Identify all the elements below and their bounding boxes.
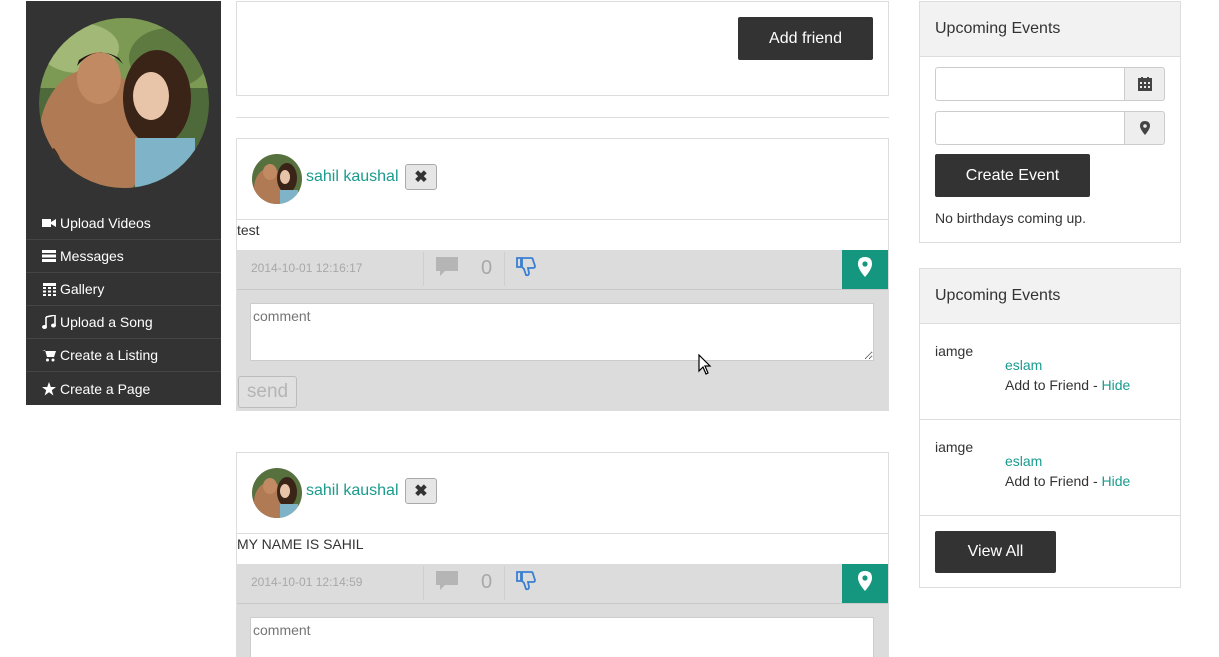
comment-icon[interactable] bbox=[436, 257, 458, 282]
sidebar-menu: Upload Videos Messages Gallery Upload a … bbox=[26, 207, 221, 405]
list-item: iamge eslam Add to Friend - Hide bbox=[920, 324, 1180, 420]
comment-form bbox=[237, 604, 888, 657]
inbox-icon bbox=[41, 248, 57, 264]
post-header: sahil kaushal ✖ bbox=[237, 453, 888, 534]
post-timestamp: 2014-10-01 12:16:17 bbox=[251, 261, 363, 275]
comment-count: 0 bbox=[481, 257, 493, 279]
calendar-icon[interactable] bbox=[1125, 67, 1165, 101]
thumbs-down-icon[interactable] bbox=[516, 256, 538, 283]
divider bbox=[236, 117, 889, 118]
location-button[interactable] bbox=[842, 564, 888, 603]
post-author-link[interactable]: sahil kaushal bbox=[306, 482, 399, 500]
event-location-group bbox=[935, 111, 1165, 145]
video-camera-icon bbox=[41, 215, 57, 231]
sidebar-item-label: Upload a Song bbox=[60, 314, 153, 330]
remove-post-button[interactable]: ✖ bbox=[405, 164, 437, 190]
avatar[interactable] bbox=[252, 468, 302, 518]
sidebar-item-label: Messages bbox=[60, 248, 124, 264]
event-location-input[interactable] bbox=[935, 111, 1125, 145]
sidebar-item-label: Create a Listing bbox=[60, 347, 159, 363]
close-icon: ✖ bbox=[414, 169, 428, 186]
location-button[interactable] bbox=[842, 250, 888, 289]
calendar-grid-icon bbox=[41, 281, 57, 297]
comment-input[interactable] bbox=[250, 303, 874, 361]
comment-count: 0 bbox=[481, 571, 493, 593]
sidebar-item-create-listing[interactable]: Create a Listing bbox=[26, 339, 221, 372]
post-timestamp: 2014-10-01 12:14:59 bbox=[251, 575, 363, 589]
comment-input[interactable] bbox=[250, 617, 874, 657]
sidebar-item-messages[interactable]: Messages bbox=[26, 240, 221, 273]
create-event-button[interactable]: Create Event bbox=[935, 154, 1090, 197]
sidebar-item-label: Upload Videos bbox=[60, 215, 151, 231]
suggestion-image: iamge bbox=[935, 439, 974, 455]
map-marker-icon bbox=[858, 257, 872, 282]
sidebar-item-label: Gallery bbox=[60, 281, 105, 297]
comment-form: send bbox=[237, 290, 888, 410]
send-button[interactable]: send bbox=[238, 376, 297, 408]
shopping-cart-icon bbox=[41, 347, 57, 363]
panel-title: Upcoming Events bbox=[920, 269, 1180, 324]
post-text: MY NAME IS SAHIL bbox=[237, 536, 364, 552]
suggestion-image: iamge bbox=[935, 343, 974, 359]
view-all-button[interactable]: View All bbox=[935, 531, 1056, 573]
suggestion-name-link[interactable]: eslam bbox=[1005, 357, 1042, 373]
friend-suggestions-panel: Upcoming Events iamge eslam Add to Frien… bbox=[919, 268, 1181, 588]
panel-title: Upcoming Events bbox=[920, 2, 1180, 57]
post-meta-bar: 2014-10-01 12:14:59 0 bbox=[237, 564, 888, 604]
post-card: sahil kaushal ✖ MY NAME IS SAHIL 2014-10… bbox=[236, 452, 889, 657]
add-friend-button[interactable]: Add friend bbox=[738, 17, 873, 60]
hide-link[interactable]: Hide bbox=[1102, 377, 1131, 393]
sidebar-item-upload-song[interactable]: Upload a Song bbox=[26, 306, 221, 339]
add-to-friend-link[interactable]: Add to Friend - bbox=[1005, 473, 1102, 489]
profile-photo bbox=[39, 18, 209, 188]
list-item: iamge eslam Add to Friend - Hide bbox=[920, 420, 1180, 516]
suggestion-actions: Add to Friend - Hide bbox=[1005, 377, 1130, 393]
suggestion-actions: Add to Friend - Hide bbox=[1005, 473, 1130, 489]
sidebar-item-upload-videos[interactable]: Upload Videos bbox=[26, 207, 221, 240]
thumbs-down-icon[interactable] bbox=[516, 570, 538, 597]
profile-actions-panel: Add friend bbox=[236, 1, 889, 96]
sidebar-item-create-page[interactable]: Create a Page bbox=[26, 372, 221, 405]
map-marker-icon[interactable] bbox=[1125, 111, 1165, 145]
event-date-group bbox=[935, 67, 1165, 101]
suggestion-name-link[interactable]: eslam bbox=[1005, 453, 1042, 469]
separator bbox=[423, 252, 424, 286]
post-header: sahil kaushal ✖ bbox=[237, 139, 888, 220]
separator bbox=[423, 566, 424, 600]
event-date-input[interactable] bbox=[935, 67, 1125, 101]
post-meta-bar: 2014-10-01 12:16:17 0 bbox=[237, 250, 888, 290]
no-birthdays-text: No birthdays coming up. bbox=[935, 210, 1086, 226]
comment-icon[interactable] bbox=[436, 571, 458, 596]
post-author-link[interactable]: sahil kaushal bbox=[306, 168, 399, 186]
avatar[interactable] bbox=[252, 154, 302, 204]
map-marker-icon bbox=[858, 571, 872, 596]
add-to-friend-link[interactable]: Add to Friend - bbox=[1005, 377, 1102, 393]
separator bbox=[504, 252, 505, 286]
separator bbox=[504, 566, 505, 600]
sidebar: Upload Videos Messages Gallery Upload a … bbox=[26, 1, 221, 405]
post-card: sahil kaushal ✖ test 2014-10-01 12:16:17… bbox=[236, 138, 889, 411]
page: Upload Videos Messages Gallery Upload a … bbox=[0, 0, 1219, 657]
sidebar-item-gallery[interactable]: Gallery bbox=[26, 273, 221, 306]
post-text: test bbox=[237, 222, 260, 238]
music-note-icon bbox=[41, 314, 57, 330]
sidebar-item-label: Create a Page bbox=[60, 380, 151, 397]
star-icon bbox=[41, 381, 57, 397]
mouse-cursor-icon bbox=[698, 353, 712, 381]
events-panel: Upcoming Events Create Event No birthday… bbox=[919, 1, 1181, 243]
close-icon: ✖ bbox=[414, 483, 428, 500]
remove-post-button[interactable]: ✖ bbox=[405, 478, 437, 504]
hide-link[interactable]: Hide bbox=[1102, 473, 1131, 489]
